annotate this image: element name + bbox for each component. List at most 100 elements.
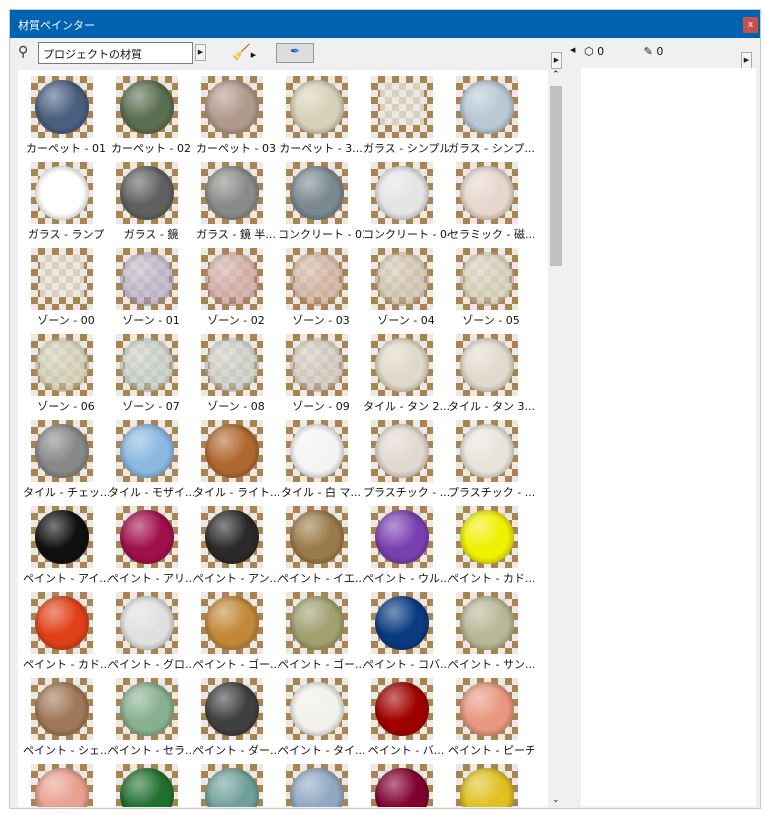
material-item[interactable]: ゾーン - 00 xyxy=(23,244,109,330)
material-item[interactable]: カーペット - 3... xyxy=(278,72,364,158)
material-item[interactable]: プラスチック - ... xyxy=(448,416,534,502)
material-item[interactable]: ゾーン - 02 xyxy=(193,244,279,330)
material-label: ゾーン - 00 xyxy=(37,314,95,327)
material-thumbnail xyxy=(456,506,518,568)
material-item[interactable]: カーペット - 01 xyxy=(23,72,109,158)
material-source-field[interactable]: プロジェクトの材質 xyxy=(38,42,193,64)
material-item[interactable]: ガラス - 鏡 xyxy=(108,158,194,244)
material-thumbnail xyxy=(116,162,178,224)
material-item[interactable]: ゾーン - 05 xyxy=(448,244,534,330)
material-item[interactable]: ガラス - ランプ xyxy=(23,158,109,244)
material-item[interactable]: タイル - ライト... xyxy=(193,416,279,502)
close-button[interactable]: x xyxy=(743,17,758,33)
material-item[interactable]: タイル - 白 マ... xyxy=(278,416,364,502)
material-sphere xyxy=(375,768,429,807)
material-label: カーペット - 3... xyxy=(279,142,363,155)
material-item[interactable]: セラミック - 磁... xyxy=(448,158,534,244)
vertical-scrollbar[interactable]: ⌃ ⌄ xyxy=(548,70,564,807)
material-item[interactable]: タイル - タン 3... xyxy=(448,330,534,416)
material-item[interactable]: ゾーン - 09 xyxy=(278,330,364,416)
material-item[interactable]: ペイント - ダー... xyxy=(193,674,279,760)
source-menu-arrow[interactable]: ▶ xyxy=(195,44,206,61)
material-item[interactable]: ガラス - 鏡 半... xyxy=(193,158,279,244)
material-thumbnail xyxy=(456,764,518,807)
material-label: セラミック - 磁... xyxy=(448,228,534,241)
material-sphere xyxy=(375,80,429,134)
material-item[interactable]: ガラス - シンプ... xyxy=(448,72,534,158)
material-label: タイル - チェッ... xyxy=(23,486,109,499)
material-item[interactable]: ペイント - シェ... xyxy=(23,674,109,760)
material-item[interactable] xyxy=(193,760,279,807)
material-item[interactable]: ペイント - バ... xyxy=(363,674,449,760)
eyedropper-button[interactable]: ✒ xyxy=(276,43,314,63)
material-item[interactable]: ペイント - タイ... xyxy=(278,674,364,760)
material-sphere xyxy=(460,596,514,650)
material-item[interactable]: カーペット - 02 xyxy=(108,72,194,158)
scroll-up-icon[interactable]: ⌃ xyxy=(552,70,560,80)
material-item[interactable]: ペイント - アイ... xyxy=(23,502,109,588)
material-item[interactable]: ゾーン - 08 xyxy=(193,330,279,416)
material-item[interactable]: タイル - チェッ... xyxy=(23,416,109,502)
material-item[interactable] xyxy=(448,760,534,807)
material-item[interactable]: ゾーン - 04 xyxy=(363,244,449,330)
material-label: ペイント - カド... xyxy=(23,658,109,671)
brush-icon[interactable]: 🧹▶ xyxy=(232,43,256,61)
scroll-down-icon[interactable]: ⌄ xyxy=(552,795,560,805)
material-item[interactable]: カーペット - 03 xyxy=(193,72,279,158)
material-item[interactable]: ペイント - アリ... xyxy=(108,502,194,588)
material-sphere xyxy=(205,424,259,478)
material-label: カーペット - 03 xyxy=(196,142,276,155)
material-item[interactable]: ペイント - ウル... xyxy=(363,502,449,588)
material-thumbnail xyxy=(31,420,93,482)
material-item[interactable]: ペイント - カド... xyxy=(448,502,534,588)
material-item[interactable]: ペイント - セラ... xyxy=(108,674,194,760)
material-item[interactable]: ペイント - カド... xyxy=(23,588,109,674)
material-thumbnail xyxy=(201,420,263,482)
material-item[interactable]: ゾーン - 07 xyxy=(108,330,194,416)
material-item[interactable]: ガラス - シンプル xyxy=(363,72,449,158)
material-sphere xyxy=(35,338,89,392)
material-item[interactable]: プラスチック - ... xyxy=(363,416,449,502)
material-label: ゾーン - 02 xyxy=(207,314,265,327)
material-item[interactable]: ゾーン - 03 xyxy=(278,244,364,330)
material-label: ペイント - バ... xyxy=(367,744,445,757)
material-item[interactable]: ペイント - ピーチ xyxy=(448,674,534,760)
material-item[interactable]: ペイント - コバ... xyxy=(363,588,449,674)
material-item[interactable]: コンクリート - 04 xyxy=(363,158,449,244)
material-label: タイル - タン 3... xyxy=(448,400,534,413)
material-item[interactable]: ペイント - アン... xyxy=(193,502,279,588)
material-item[interactable]: タイル - タン 2... xyxy=(363,330,449,416)
material-item[interactable] xyxy=(363,760,449,807)
material-item[interactable] xyxy=(278,760,364,807)
material-item[interactable]: コンクリート - 03 xyxy=(278,158,364,244)
material-item[interactable]: ゾーン - 01 xyxy=(108,244,194,330)
material-item[interactable]: ペイント - グロ... xyxy=(108,588,194,674)
element-count: 0 xyxy=(597,45,605,58)
side-menu-arrow[interactable]: ▶ xyxy=(741,52,752,69)
material-thumbnail xyxy=(201,334,263,396)
material-item[interactable]: ペイント - サン... xyxy=(448,588,534,674)
scrollbar-thumb[interactable] xyxy=(550,86,562,266)
collapse-arrow-icon[interactable]: ◀ xyxy=(570,46,575,54)
material-thumbnail xyxy=(31,678,93,740)
material-item[interactable] xyxy=(23,760,109,807)
material-label: タイル - ライト... xyxy=(193,486,279,499)
material-label: タイル - モザイ... xyxy=(108,486,194,499)
material-item[interactable]: タイル - モザイ... xyxy=(108,416,194,502)
material-sphere xyxy=(205,80,259,134)
title-bar[interactable]: 材質ペインター x xyxy=(10,10,760,38)
panel-expand-arrow[interactable]: ▶ xyxy=(551,52,562,69)
material-sphere xyxy=(290,424,344,478)
material-item[interactable]: ゾーン - 06 xyxy=(23,330,109,416)
material-sphere xyxy=(375,252,429,306)
material-item[interactable]: ペイント - ゴー... xyxy=(193,588,279,674)
material-label: プラスチック - ... xyxy=(448,486,534,499)
material-item[interactable]: ペイント - イエ... xyxy=(278,502,364,588)
material-item[interactable]: ペイント - ゴー... xyxy=(278,588,364,674)
material-label: ゾーン - 04 xyxy=(377,314,435,327)
material-sphere xyxy=(120,80,174,134)
material-thumbnail xyxy=(31,162,93,224)
material-item[interactable] xyxy=(108,760,194,807)
material-thumbnail xyxy=(286,420,348,482)
material-sphere xyxy=(35,252,89,306)
